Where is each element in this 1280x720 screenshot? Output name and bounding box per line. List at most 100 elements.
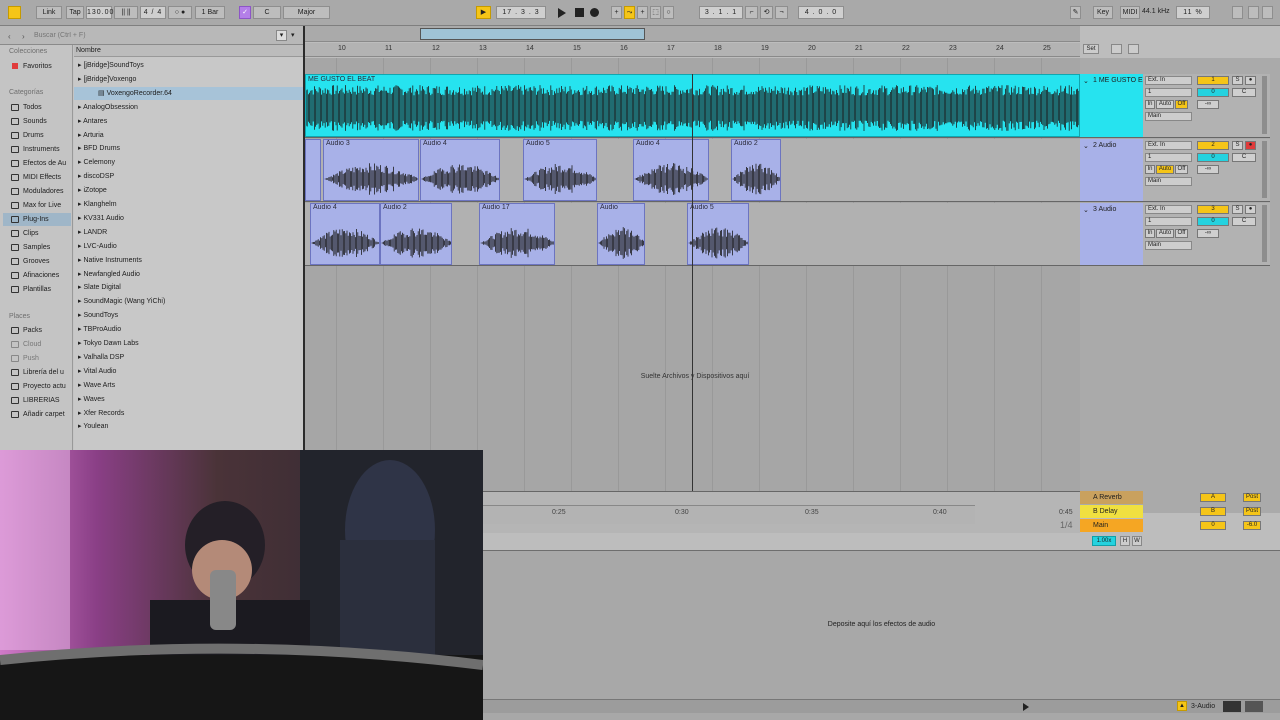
arm-button[interactable]: ● — [1245, 141, 1256, 150]
sidebar-item-tunings[interactable]: Afinaciones — [3, 269, 71, 282]
input-type-select[interactable]: Ext. In — [1145, 205, 1192, 214]
browser-item[interactable]: ▸ Celemony — [74, 156, 303, 169]
track-header[interactable]: ⌄ 1 ME GUSTO E — [1080, 74, 1143, 138]
track-name[interactable]: 3 Audio — [1093, 206, 1116, 213]
monitor-in-button[interactable]: In — [1145, 229, 1155, 238]
song-position[interactable]: 17 . 3 . 3 — [496, 6, 546, 19]
browser-item[interactable]: ▸ Youlean — [74, 420, 303, 433]
track-name[interactable]: 1 ME GUSTO E — [1093, 77, 1143, 84]
play-icon[interactable] — [558, 8, 566, 18]
track-fold-icon[interactable]: ⌄ — [1083, 142, 1089, 150]
sidebar-item-push[interactable]: Push — [3, 352, 71, 365]
audio-clip[interactable]: Audio 3 — [323, 139, 419, 201]
browser-menu-icon[interactable]: ▾ — [291, 31, 295, 39]
browser-item[interactable]: ▸ LANDR — [74, 226, 303, 239]
main-volume[interactable]: -6.0 — [1243, 521, 1261, 530]
browser-item[interactable]: ▸ Xfer Records — [74, 407, 303, 420]
sidebar-item-todos[interactable]: Todos — [3, 101, 71, 114]
expand-icon[interactable] — [1023, 703, 1029, 711]
detail-scrollbar[interactable] — [483, 699, 1280, 713]
quantize-select[interactable]: 1 Bar — [195, 6, 225, 19]
solo-button[interactable]: S — [1232, 205, 1243, 214]
return-track-header[interactable]: A Reverb — [1080, 491, 1143, 504]
fold-button[interactable]: H — [1120, 536, 1130, 546]
track-activator[interactable]: 3 — [1197, 205, 1229, 214]
monitor-in-button[interactable]: In — [1145, 100, 1155, 109]
browser-item[interactable]: ▸ SoundToys — [74, 309, 303, 322]
wrap-button[interactable]: W — [1132, 536, 1142, 546]
track-name[interactable]: 2 Audio — [1093, 142, 1116, 149]
browser-item[interactable]: ▸ TBProAudio — [74, 323, 303, 336]
output-select[interactable]: Main — [1145, 112, 1192, 121]
return-activator[interactable]: 0 — [1200, 521, 1226, 530]
browser-filter-icon[interactable]: ▾ — [276, 30, 287, 41]
sidebar-item-librerias[interactable]: LIBRERIAS — [3, 394, 71, 407]
audio-clip[interactable]: Audio 5 — [687, 203, 749, 265]
browser-item[interactable]: ▸ Native Instruments — [74, 254, 303, 267]
browser-item[interactable]: ▸ Valhalla DSP — [74, 351, 303, 364]
lock-icon[interactable] — [1128, 44, 1139, 54]
audio-clip[interactable]: Audio 2 — [731, 139, 781, 201]
loop-length-field[interactable]: 4 . 0 . 0 — [798, 6, 844, 19]
pan-field[interactable]: C — [1232, 217, 1256, 226]
tempo-field[interactable]: 130.00 — [86, 6, 113, 19]
audio-clip[interactable]: Audio 4 — [310, 203, 380, 265]
browser-item[interactable]: ▸ Antares — [74, 115, 303, 128]
tap-button[interactable]: Tap — [66, 6, 84, 19]
punch-in-icon[interactable]: ⌐ — [745, 6, 758, 19]
send-a-value[interactable]: -∞ — [1197, 165, 1219, 174]
browser-item[interactable]: ▸ SoundMagic (Wang YiChi) — [74, 295, 303, 308]
monitor-off-button[interactable]: Off — [1175, 165, 1188, 174]
sidebar-item-packs[interactable]: Packs — [3, 324, 71, 337]
browser-item[interactable]: ▸ BFD Drums — [74, 142, 303, 155]
arm-button[interactable]: ● — [1245, 76, 1256, 85]
warning-icon[interactable]: ▲ — [1177, 701, 1187, 711]
back-icon[interactable]: ‹ — [8, 32, 11, 41]
browser-item[interactable]: ▸ Newfangled Audio — [74, 268, 303, 281]
arm-button[interactable]: ● — [1245, 205, 1256, 214]
record-icon[interactable] — [590, 8, 599, 17]
follow-button[interactable]: ▶ — [476, 6, 491, 19]
sidebar-item-grooves[interactable]: Grooves — [3, 255, 71, 268]
track-fold-icon[interactable]: ⌄ — [1083, 77, 1089, 85]
browser-search-input[interactable] — [34, 30, 274, 41]
sidebar-item-add-folder[interactable]: Añadir carpet — [3, 408, 71, 421]
sidebar-item-instruments[interactable]: Instruments — [3, 143, 71, 156]
audio-clip[interactable]: Audio 4 — [420, 139, 500, 201]
set-locator-button[interactable]: Set — [1083, 44, 1099, 54]
browser-item[interactable]: ▸ LVC-Audio — [74, 240, 303, 253]
name-column-header[interactable]: Nombre — [74, 45, 303, 57]
audio-clip[interactable]: Audio 5 — [523, 139, 597, 201]
pan-field[interactable]: C — [1232, 153, 1256, 162]
key-select[interactable]: C — [253, 6, 281, 19]
nudge-buttons[interactable]: || || — [114, 6, 138, 19]
track-header[interactable]: ⌄ 2 Audio — [1080, 139, 1143, 202]
browser-item[interactable]: ▸ Wave Arts — [74, 379, 303, 392]
solo-button[interactable]: S — [1232, 141, 1243, 150]
sidebar-item-user-library[interactable]: Librería del u — [3, 366, 71, 379]
browser-item[interactable]: ▸ Waves — [74, 393, 303, 406]
capture-midi-icon[interactable]: ⬚ — [650, 6, 661, 19]
sidebar-item-plug-ins[interactable]: Plug-Ins — [3, 213, 71, 226]
output-select[interactable]: Main — [1145, 177, 1192, 186]
volume-field[interactable]: 0 — [1197, 217, 1229, 226]
beat-ruler[interactable]: 10 11 12 13 14 15 16 17 18 19 20 21 22 23 24 25 — [305, 43, 1080, 57]
session-record-icon[interactable]: ○ — [663, 6, 674, 19]
post-button[interactable]: Post — [1243, 493, 1261, 502]
sidebar-item-midi-effects[interactable]: MIDI Effects — [3, 171, 71, 184]
pencil-icon[interactable] — [1111, 44, 1122, 54]
monitor-off-button[interactable]: Off — [1175, 100, 1188, 109]
overview-viewport[interactable] — [420, 28, 645, 40]
return-activator[interactable]: A — [1200, 493, 1226, 502]
audio-clip[interactable]: Audio — [597, 203, 645, 265]
monitor-in-button[interactable]: In — [1145, 165, 1155, 174]
loop-start-field[interactable]: 3 . 1 . 1 — [699, 6, 743, 19]
monitor-auto-button[interactable]: Auto — [1156, 165, 1174, 174]
pan-field[interactable]: C — [1232, 88, 1256, 97]
return-track-header[interactable]: B Delay — [1080, 505, 1143, 518]
input-type-select[interactable]: Ext. In — [1145, 141, 1192, 150]
browser-item[interactable]: ▸ [jBridge]Voxengo — [74, 73, 303, 86]
input-channel-select[interactable]: 1 — [1145, 217, 1192, 226]
zoom-field[interactable]: 1.00x — [1092, 536, 1116, 546]
monitor-auto-button[interactable]: Auto — [1156, 229, 1174, 238]
